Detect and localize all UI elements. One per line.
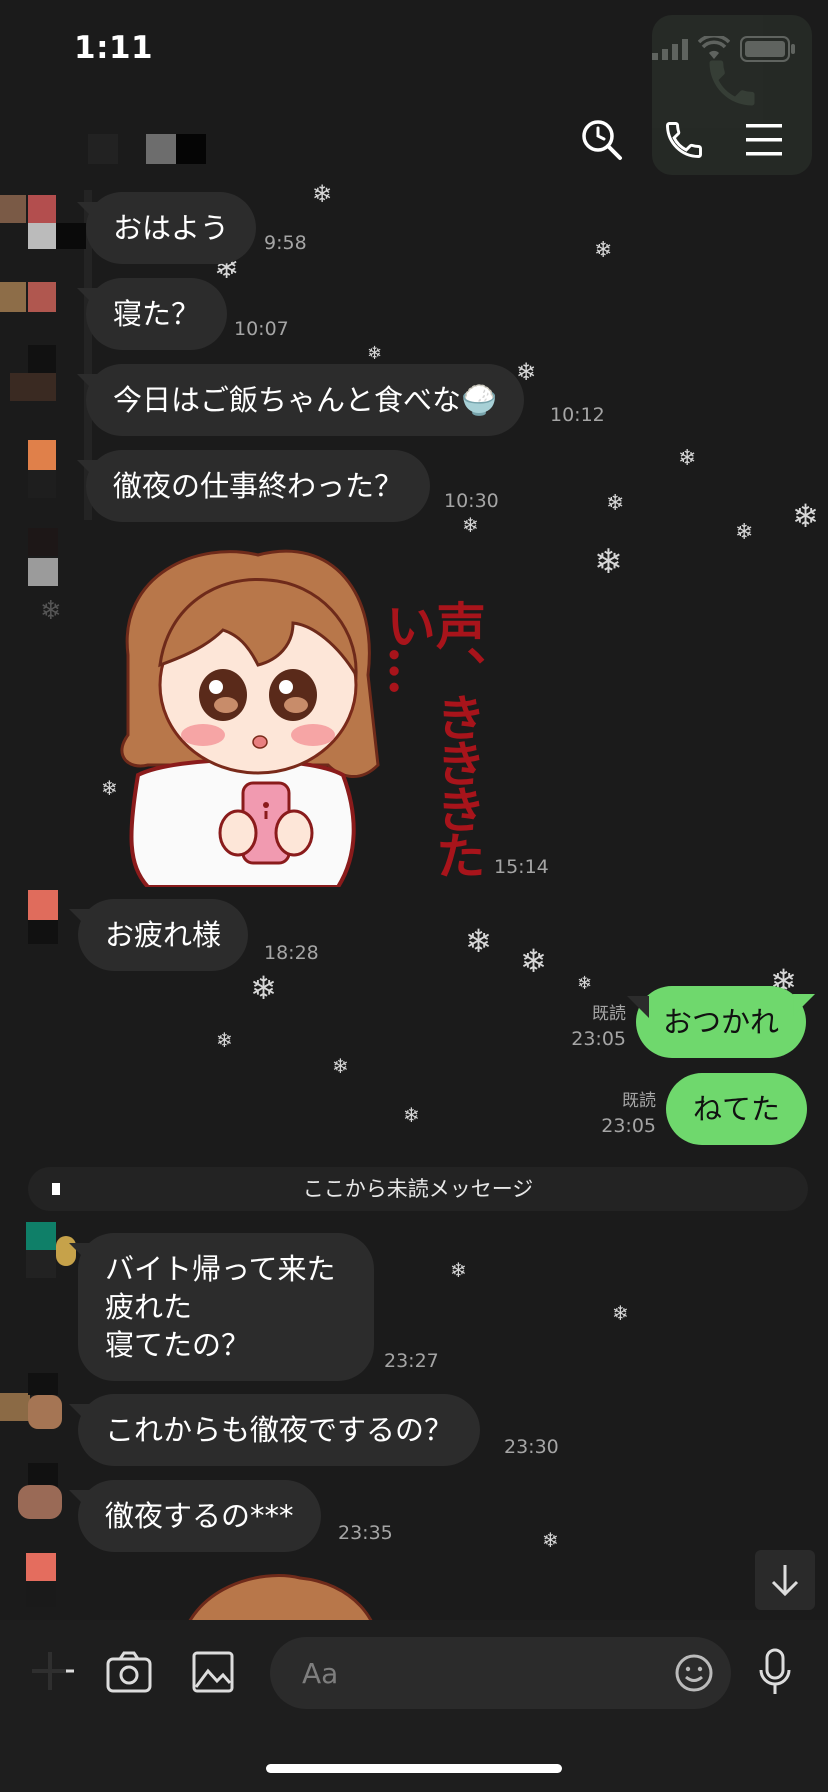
snowflake-icon: ❄: [462, 513, 479, 537]
message-time: 23:30: [504, 1436, 559, 1458]
unread-divider: ここから未読メッセージ: [28, 1167, 808, 1211]
avatar[interactable]: [12, 528, 58, 586]
avatar[interactable]: [0, 282, 56, 336]
image-icon[interactable]: [192, 1651, 234, 1697]
avatar[interactable]: [0, 430, 56, 498]
snowflake-icon: ❄: [367, 343, 383, 364]
phone-icon: [709, 60, 755, 106]
message-bubble[interactable]: 今日はご飯ちゃんと食べな🍚: [86, 364, 525, 436]
plus-icon[interactable]: [30, 1648, 76, 1698]
message-time: 10:30: [444, 490, 499, 512]
snowflake-icon: ❄: [216, 1028, 233, 1052]
snowflake-icon: ❄: [542, 1528, 559, 1552]
snowflake-icon: ❄: [678, 446, 697, 471]
camera-icon[interactable]: [106, 1651, 152, 1697]
search-icon[interactable]: [580, 118, 624, 166]
snowflake-icon: ❄: [577, 973, 593, 994]
emoji-icon[interactable]: [674, 1653, 714, 1697]
scroll-down-button[interactable]: [755, 1550, 815, 1610]
sticker-time: 15:14: [494, 856, 549, 878]
message-bubble[interactable]: おはよう: [86, 192, 257, 264]
message-bubble[interactable]: これからも徹夜でするの？: [78, 1394, 481, 1466]
message-time: 10:12: [550, 404, 605, 426]
snowflake-icon: ❄: [735, 520, 754, 545]
arrow-down-icon: [771, 1565, 799, 1597]
snowflake-icon: ❄: [612, 1301, 629, 1325]
message-bubble[interactable]: 寝た？: [86, 278, 228, 350]
snowflake-icon: ❄: [606, 491, 625, 516]
sent-message-bubble[interactable]: おつかれ: [636, 986, 807, 1058]
snowflake-icon: ❄: [594, 238, 613, 263]
avatar[interactable]: [12, 1553, 56, 1607]
message-time: 10:07: [234, 318, 289, 340]
snowflake-icon: ❄: [450, 1258, 467, 1282]
avatar[interactable]: [0, 195, 86, 249]
message-bubble[interactable]: 徹夜の仕事終わった？: [86, 450, 431, 522]
snowflake-icon: ❄: [792, 497, 819, 535]
avatar[interactable]: [10, 345, 56, 401]
menu-icon[interactable]: [746, 122, 782, 162]
message-bubble[interactable]: 徹夜するの***: [78, 1480, 321, 1552]
snowflake-icon: ❄: [403, 1103, 420, 1127]
message-input[interactable]: Aa: [270, 1637, 731, 1709]
home-indicator[interactable]: [266, 1764, 562, 1773]
sticker-caption: 声、きききたい…: [378, 600, 487, 876]
message-input-placeholder: Aa: [302, 1657, 339, 1690]
message-bubble[interactable]: バイト帰って来た 疲れた 寝てたの？: [78, 1233, 374, 1381]
chat-title-avatar[interactable]: [88, 132, 208, 166]
sticker-image[interactable]: [170, 1568, 390, 1620]
snowflake-icon: ❄: [520, 942, 547, 980]
unread-marker-icon: [52, 1183, 60, 1195]
avatar[interactable]: [0, 1463, 62, 1519]
snowflake-icon: ❄: [40, 596, 62, 626]
snowflake-icon: ❄: [516, 358, 537, 386]
message-time: 9:58: [264, 232, 307, 254]
avatar[interactable]: [12, 890, 58, 944]
phone-icon[interactable]: [662, 118, 706, 166]
status-time: 1:11: [74, 30, 154, 66]
snowflake-icon: ❄: [250, 969, 277, 1007]
read-receipt: 既読 23:05: [571, 1004, 626, 1050]
message-time: 23:27: [384, 1350, 439, 1372]
microphone-icon[interactable]: [758, 1648, 792, 1700]
snowflake-icon: ❄: [312, 180, 333, 208]
avatar[interactable]: [12, 1222, 76, 1278]
snowflake-icon: ❄: [332, 1054, 349, 1078]
avatar[interactable]: [0, 1373, 62, 1429]
message-time: 18:28: [264, 942, 319, 964]
snowflake-icon: ❄: [465, 922, 492, 960]
message-bubble[interactable]: お疲れ様: [78, 899, 249, 971]
message-time: 23:35: [338, 1522, 393, 1544]
snowflake-icon: ❄: [594, 542, 623, 582]
sent-message-bubble[interactable]: ねてた: [666, 1073, 808, 1145]
read-receipt: 既読 23:05: [601, 1091, 656, 1137]
